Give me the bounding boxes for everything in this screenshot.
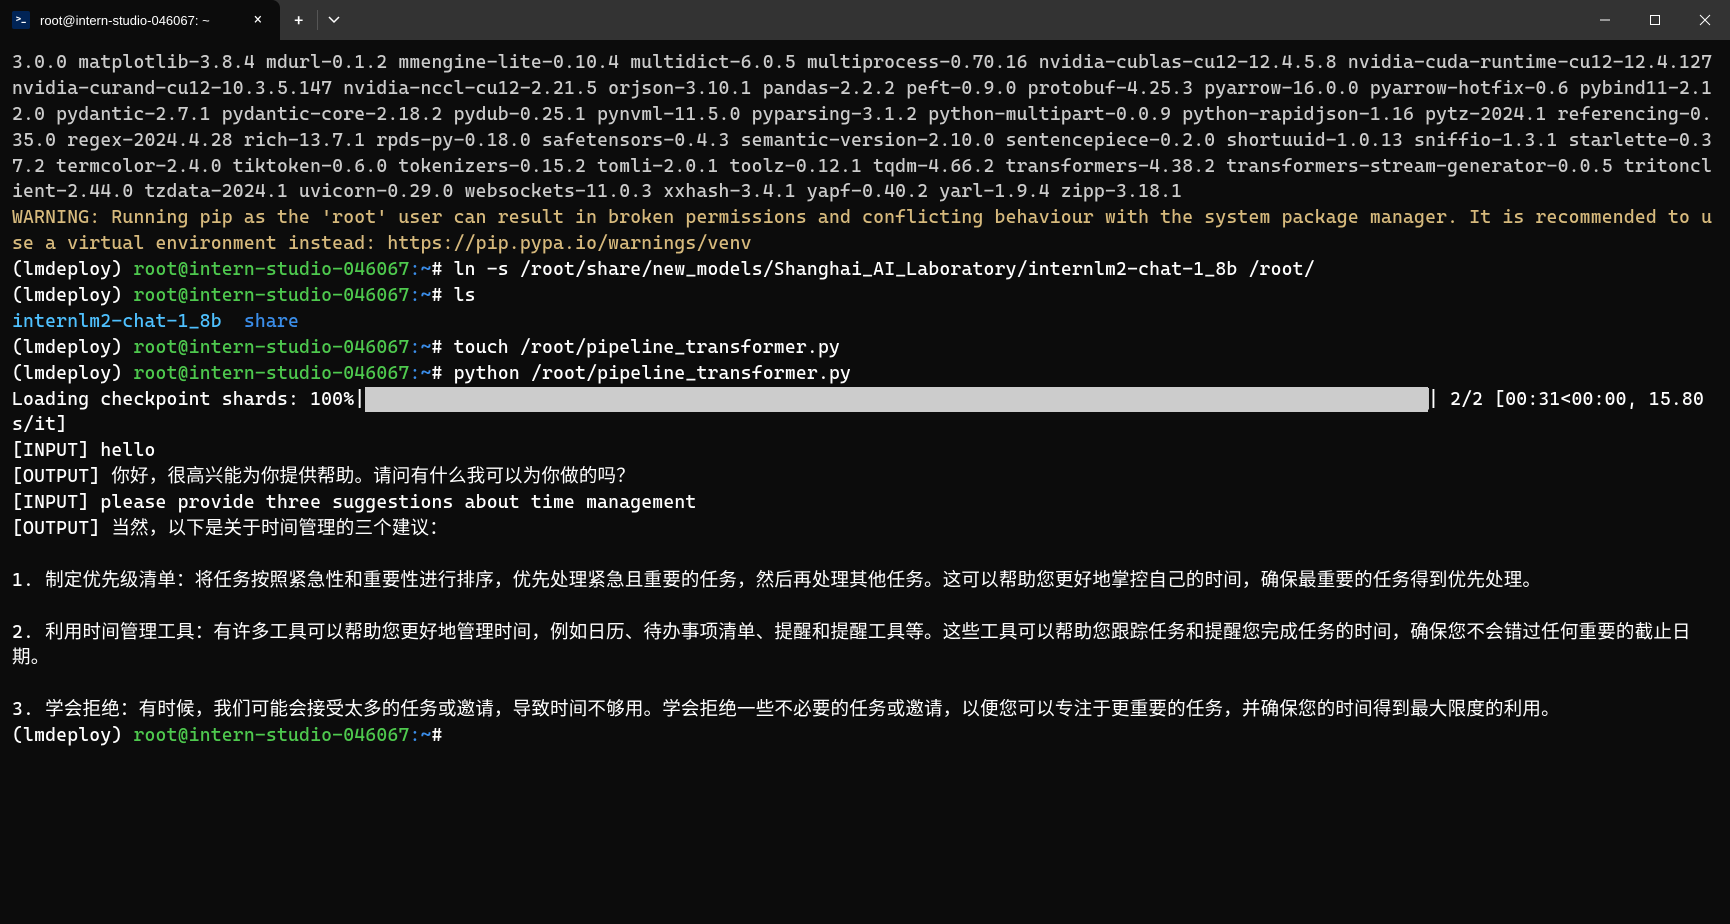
prompt-userhost: root@intern-studio-046067 (133, 337, 409, 358)
command-ls: ls (454, 285, 476, 306)
prompt-path: :~ (409, 285, 431, 306)
prompt-env: (lmdeploy) (12, 725, 133, 746)
prompt-path: :~ (409, 363, 431, 384)
minimize-icon (1599, 14, 1611, 26)
powershell-icon (12, 11, 30, 29)
prompt-env: (lmdeploy) (12, 337, 133, 358)
pip-packages-output: 3.0.0 matplotlib-3.8.4 mdurl-0.1.2 mmeng… (12, 52, 1723, 202)
active-tab[interactable]: root@intern-studio-046067: ~ × (0, 0, 280, 40)
prompt-userhost: root@intern-studio-046067 (133, 259, 409, 280)
tab-close-button[interactable]: × (248, 10, 268, 30)
close-icon (1699, 14, 1711, 26)
output-2-head: [OUTPUT] 当然，以下是关于时间管理的三个建议： (12, 518, 448, 539)
prompt-char: # (432, 363, 454, 384)
progress-bar: ████████████████████████████████████████… (365, 387, 1428, 413)
prompt-char: # (432, 259, 454, 280)
prompt-path: :~ (409, 725, 431, 746)
command-ln: ln -s /root/share/new_models/Shanghai_AI… (454, 259, 1315, 280)
prompt-userhost: root@intern-studio-046067 (133, 285, 409, 306)
ls-entry-share: share (222, 311, 299, 332)
titlebar: root@intern-studio-046067: ~ × + (0, 0, 1730, 40)
suggestion-3: 3. 学会拒绝：有时候，我们可能会接受太多的任务或邀请，导致时间不够用。学会拒绝… (12, 699, 1560, 720)
prompt-char: # (432, 337, 454, 358)
new-tab-button[interactable]: + (280, 0, 317, 40)
suggestion-2: 2. 利用时间管理工具：有许多工具可以帮助您更好地管理时间，例如日历、待办事项清… (12, 622, 1691, 669)
prompt-path: :~ (409, 259, 431, 280)
maximize-icon (1649, 14, 1661, 26)
prompt-char: # (432, 285, 454, 306)
prompt-userhost: root@intern-studio-046067 (133, 725, 409, 746)
ls-entry-dir: internlm2-chat-1_8b (12, 311, 222, 332)
prompt-char: # (432, 725, 454, 746)
prompt-env: (lmdeploy) (12, 363, 133, 384)
prompt-env: (lmdeploy) (12, 285, 133, 306)
prompt-path: :~ (409, 337, 431, 358)
prompt-env: (lmdeploy) (12, 259, 133, 280)
minimize-button[interactable] (1580, 0, 1630, 40)
command-python: python /root/pipeline_transformer.py (454, 363, 851, 384)
input-2: [INPUT] please provide three suggestions… (12, 492, 696, 513)
suggestion-1: 1. 制定优先级清单：将任务按照紧急性和重要性进行排序，优先处理紧急且重要的任务… (12, 570, 1541, 591)
prompt-userhost: root@intern-studio-046067 (133, 363, 409, 384)
terminal-content[interactable]: 3.0.0 matplotlib-3.8.4 mdurl-0.1.2 mmeng… (0, 40, 1730, 759)
loading-label: Loading checkpoint shards: 100%| (12, 389, 365, 410)
command-touch: touch /root/pipeline_transformer.py (454, 337, 840, 358)
input-1: [INPUT] hello (12, 440, 156, 461)
titlebar-left: root@intern-studio-046067: ~ × + (0, 0, 350, 40)
chevron-down-icon (328, 14, 340, 26)
window-controls (1580, 0, 1730, 40)
maximize-button[interactable] (1630, 0, 1680, 40)
tab-dropdown-button[interactable] (317, 10, 350, 30)
pip-warning: WARNING: Running pip as the 'root' user … (12, 207, 1712, 254)
close-button[interactable] (1680, 0, 1730, 40)
tab-title: root@intern-studio-046067: ~ (40, 13, 236, 28)
output-1: [OUTPUT] 你好，很高兴能为你提供帮助。请问有什么我可以为你做的吗？ (12, 466, 635, 487)
